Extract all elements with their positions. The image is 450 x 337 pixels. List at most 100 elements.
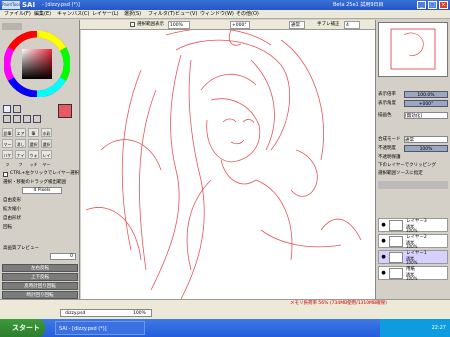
blend-mode-select[interactable]: 通常 bbox=[404, 136, 448, 143]
select-rect-icon[interactable] bbox=[3, 105, 11, 113]
menu-view[interactable]: ビュー(V) bbox=[173, 10, 199, 19]
radio-free-transform[interactable]: 自由変形 bbox=[3, 197, 21, 204]
left-tool-panel: 鉛筆 エアブラシ 筆 水彩筆 マーカー 消しゴム 選択ペン 選択消し バケツ ナ… bbox=[0, 20, 80, 299]
zoom-field[interactable]: 100% bbox=[168, 21, 190, 29]
tool-grid: 鉛筆 エアブラシ 筆 水彩筆 マーカー 消しゴム 選択ペン 選択消し バケツ ナ… bbox=[2, 128, 78, 168]
preserve-opacity-checkbox[interactable]: 不透明保護 bbox=[378, 154, 448, 161]
tool-marker[interactable]: マーカー bbox=[2, 139, 13, 156]
taskbar: スタート SAI - [dizzy.psd (*)] 22:27 bbox=[0, 319, 450, 337]
start-button[interactable]: スタート bbox=[0, 319, 45, 337]
drawing-canvas[interactable] bbox=[81, 30, 375, 299]
tool-select-pen[interactable]: 選択ペン bbox=[28, 139, 39, 156]
rotate-ccw-button[interactable]: 反時計回り回転 bbox=[2, 282, 78, 290]
layer-item-selected[interactable]: ● レイヤー1 通常 100% bbox=[378, 250, 448, 265]
window-title: - [dizzy.psd (*)] bbox=[42, 2, 80, 8]
title-bar: PaintTool SAI - [dizzy.psd (*)] Beta 25e… bbox=[0, 0, 450, 10]
minimize-button[interactable]: _ bbox=[417, 1, 426, 9]
tool-bucket[interactable]: バケツ bbox=[2, 150, 13, 167]
drag-range-label: 選択・移動のドラッグ検出範囲 bbox=[3, 180, 66, 185]
rotation-angle-field[interactable]: 0 bbox=[50, 253, 76, 260]
document-tab[interactable]: dizzy.psd 100% bbox=[60, 309, 152, 317]
flip-horizontal-button[interactable]: 左右反転 bbox=[2, 264, 78, 272]
drag-range-field[interactable]: 4 Pixels bbox=[22, 187, 62, 194]
layer-thumbnail bbox=[389, 236, 403, 247]
tool-watch[interactable]: ウォッチ bbox=[28, 150, 39, 167]
layer-thumbnail bbox=[389, 252, 403, 263]
navigator-preview[interactable] bbox=[378, 22, 448, 77]
system-tray: 22:27 bbox=[380, 319, 450, 337]
close-button[interactable]: × bbox=[439, 1, 448, 9]
opacity-slider[interactable]: 100% bbox=[404, 145, 448, 152]
taskbar-app-button[interactable]: SAI - [dizzy.psd (*)] bbox=[55, 321, 145, 335]
tool-airbrush[interactable]: エアブラシ bbox=[15, 128, 26, 154]
version-label: Beta 25e1 試用9日目 bbox=[333, 2, 384, 8]
menu-file[interactable]: ファイル(F) bbox=[2, 10, 33, 19]
view-zoom-slider[interactable]: 100.0% bbox=[404, 91, 448, 98]
maximize-button[interactable]: □ bbox=[428, 1, 437, 9]
menu-layer[interactable]: レイヤー(L) bbox=[90, 10, 121, 19]
menu-bar: ファイル(F) 編集(E) キャンバス(C) レイヤー(L) 選択(S) フィル… bbox=[0, 10, 450, 19]
layer-opacity: 100% bbox=[406, 244, 418, 249]
panel-tabs[interactable] bbox=[2, 23, 22, 30]
tool-layer[interactable]: レイヤー bbox=[41, 150, 52, 167]
navigator-thumbnail bbox=[390, 28, 436, 70]
sketch-artwork bbox=[85, 30, 362, 299]
stabilizer-field[interactable]: 4 bbox=[344, 21, 360, 29]
radio-free-shape[interactable]: 自由形状 bbox=[3, 215, 21, 222]
layer-opacity: 100% bbox=[406, 276, 418, 281]
tool-knife[interactable]: ナイフ bbox=[15, 150, 26, 167]
eye-icon[interactable]: ● bbox=[380, 254, 387, 261]
menu-window[interactable]: ウィンドウ(W) bbox=[198, 10, 236, 19]
lasso-icon[interactable] bbox=[13, 105, 21, 113]
right-panel: 表示倍率 100.0% 表示角度 +000° 描画色 [無効化] 合成モード 通… bbox=[375, 20, 450, 299]
layer-item[interactable]: ● レイヤー2 通常 100% bbox=[378, 234, 448, 249]
menu-select[interactable]: 選択(S) bbox=[122, 10, 143, 19]
flip-vertical-button[interactable]: 上下反転 bbox=[2, 273, 78, 281]
foreground-color-swatch[interactable] bbox=[58, 104, 72, 118]
zoom-icon[interactable] bbox=[13, 115, 21, 123]
stabilizer-label: 手ブレ補正 bbox=[317, 22, 340, 27]
eye-icon[interactable]: ● bbox=[380, 222, 387, 229]
eye-icon[interactable]: ● bbox=[380, 270, 387, 277]
mode-select[interactable]: 通常 bbox=[289, 21, 305, 29]
ctrl-select-label: CTRL+左クリックでレイヤー選択 bbox=[10, 171, 80, 176]
eye-icon[interactable]: ● bbox=[380, 238, 387, 245]
menu-canvas[interactable]: キャンバス(C) bbox=[55, 10, 91, 19]
status-bar: メモリ負荷率 56% (734MB使用/1310MB確保) bbox=[0, 299, 450, 307]
tool-brush[interactable]: 筆 bbox=[28, 128, 39, 137]
rotate-cw-button[interactable]: 時計回り回転 bbox=[2, 291, 78, 299]
rotate-icon[interactable] bbox=[23, 115, 31, 123]
view-angle-slider[interactable]: +000° bbox=[404, 100, 448, 107]
tool-eraser[interactable]: 消しゴム bbox=[15, 139, 26, 156]
layer-opacity: 100% bbox=[406, 260, 418, 265]
layer-item[interactable]: ● レイヤー3 通常 100% bbox=[378, 218, 448, 233]
select-display-label: 選択範囲表示 bbox=[137, 22, 164, 27]
layer-tool-row[interactable] bbox=[378, 181, 448, 189]
select-display-checkbox[interactable] bbox=[130, 22, 135, 27]
clock: 22:27 bbox=[431, 325, 446, 331]
move-icon[interactable] bbox=[3, 115, 11, 123]
radio-scale[interactable]: 拡大縮小 bbox=[3, 206, 21, 213]
clipping-checkbox[interactable]: 下のレイヤーでクリッピング bbox=[378, 162, 448, 169]
hand-icon[interactable] bbox=[33, 115, 41, 123]
app-name: SAI bbox=[22, 1, 36, 9]
tool-watercolor[interactable]: 水彩筆 bbox=[41, 128, 52, 145]
tool-pencil[interactable]: 鉛筆 bbox=[2, 128, 13, 137]
ctrl-select-checkbox[interactable] bbox=[3, 172, 8, 177]
angle-field[interactable]: +000° bbox=[230, 21, 250, 29]
hq-preview-checkbox[interactable]: 高画質プレビュー bbox=[3, 245, 39, 252]
menu-other[interactable]: その他(O) bbox=[234, 10, 261, 19]
document-tab-strip: dizzy.psd 100% bbox=[0, 307, 450, 319]
layer-item[interactable]: ● 用紙 通常 100% bbox=[378, 266, 448, 281]
draw-color-select[interactable]: [無効化] bbox=[404, 112, 448, 119]
radio-rotate[interactable]: 回転 bbox=[3, 224, 12, 231]
layer-thumbnail bbox=[389, 220, 403, 231]
document-tab-zoom: 100% bbox=[133, 311, 146, 316]
color-wheel[interactable] bbox=[4, 31, 70, 97]
app-logo: PaintTool bbox=[2, 1, 20, 9]
layer-thumbnail bbox=[389, 268, 403, 279]
document-tab-name: dizzy.psd bbox=[65, 311, 86, 316]
menu-edit[interactable]: 編集(E) bbox=[32, 10, 53, 19]
selection-source-checkbox[interactable]: 選択範囲ソースに指定 bbox=[378, 170, 448, 177]
tool-select-eraser[interactable]: 選択消し bbox=[41, 139, 52, 156]
